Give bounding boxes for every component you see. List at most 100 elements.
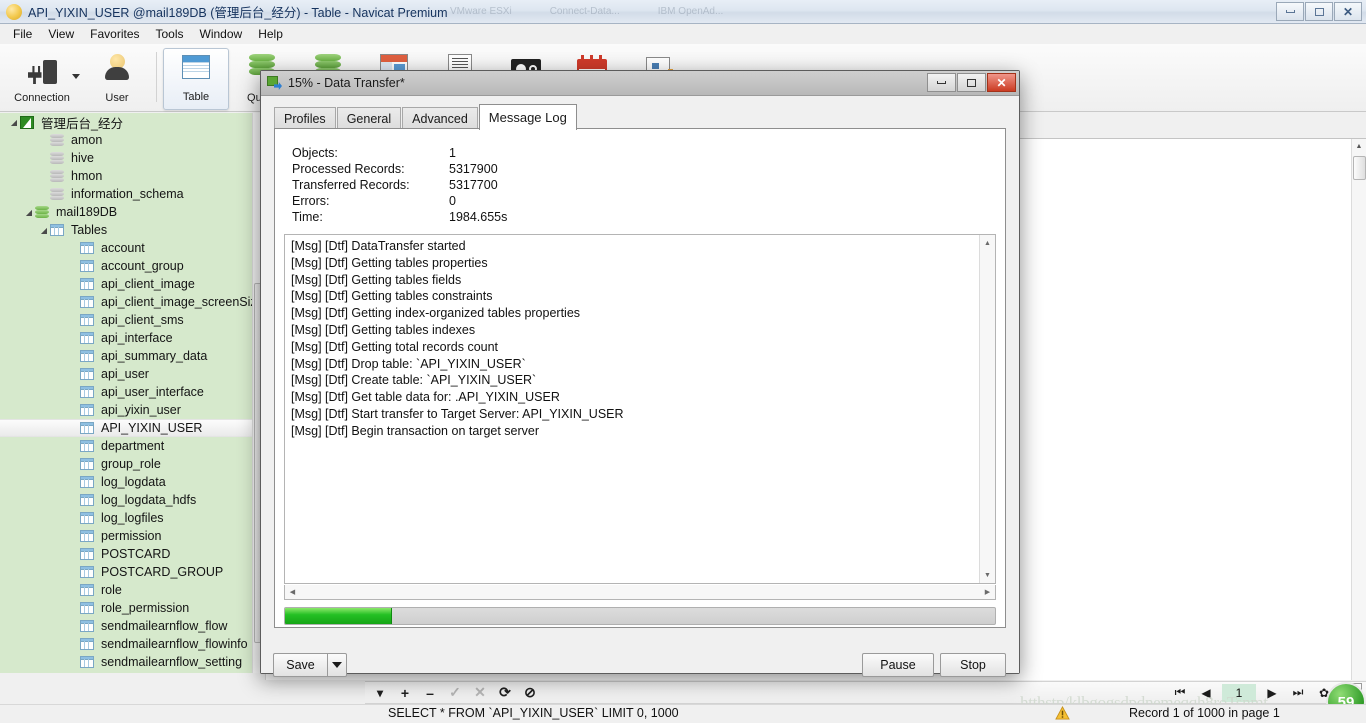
summary-row: Transferred Records: 5317700 bbox=[292, 177, 507, 193]
user-icon bbox=[100, 54, 134, 84]
discard-change-button[interactable]: ✕ bbox=[469, 683, 491, 702]
tree-node-role_permission[interactable]: role_permission bbox=[0, 599, 252, 617]
add-record-button[interactable]: + bbox=[394, 683, 416, 702]
scroll-up-icon[interactable]: ▲ bbox=[980, 235, 995, 251]
grid-vertical-scrollbar[interactable]: ▲ bbox=[1351, 139, 1366, 680]
tree-node-sendmailearnflow_setting[interactable]: sendmailearnflow_setting bbox=[0, 653, 252, 671]
tree-node-_[interactable]: ◢ 管理后台_经分 bbox=[0, 113, 252, 131]
tree-node-api_client_sms[interactable]: api_client_sms bbox=[0, 311, 252, 329]
tree-node-label: hive bbox=[71, 151, 94, 165]
refresh-button[interactable]: ⟳ bbox=[494, 683, 516, 702]
log-line: [Msg] [Dtf] Begin transaction on target … bbox=[291, 423, 540, 438]
tree-node-hmon[interactable]: hmon bbox=[0, 167, 252, 185]
tree-node-postcard_group[interactable]: POSTCARD_GROUP bbox=[0, 563, 252, 581]
table-node-icon bbox=[80, 529, 96, 543]
tree-node-account_group[interactable]: account_group bbox=[0, 257, 252, 275]
tree-node-api_yixin_user[interactable]: API_YIXIN_USER bbox=[0, 419, 252, 437]
grid-scrollbar-thumb[interactable] bbox=[1353, 156, 1366, 180]
tree-node-hive[interactable]: hive bbox=[0, 149, 252, 167]
tree-node-api_yixin_user[interactable]: api_yixin_user bbox=[0, 401, 252, 419]
log-line: [Msg] [Dtf] DataTransfer started bbox=[291, 239, 466, 253]
menu-view[interactable]: View bbox=[41, 25, 81, 43]
table-node-icon bbox=[80, 475, 96, 489]
tree-node-api_client_image[interactable]: api_client_image bbox=[0, 275, 252, 293]
tree-node-api_interface[interactable]: api_interface bbox=[0, 329, 252, 347]
chevron-down-icon[interactable] bbox=[72, 74, 80, 79]
scroll-up-icon[interactable]: ▲ bbox=[1352, 139, 1366, 154]
toolbar-connection-label: Connection bbox=[14, 92, 70, 104]
twisty-open-icon[interactable]: ◢ bbox=[23, 208, 35, 217]
chevron-down-icon bbox=[332, 662, 342, 668]
tree-node-mail189db[interactable]: ◢ mail189DB bbox=[0, 203, 252, 221]
tree-node-label: mail189DB bbox=[56, 205, 118, 219]
tree-node-sendmailearnflow_flow[interactable]: sendmailearnflow_flow bbox=[0, 617, 252, 635]
dialog-body: Profiles General Advanced Message Log Ob… bbox=[261, 96, 1019, 677]
pause-button[interactable]: Pause bbox=[862, 653, 934, 677]
save-dropdown-button[interactable] bbox=[327, 653, 347, 677]
table-node-icon bbox=[80, 655, 96, 669]
minimize-icon bbox=[1285, 10, 1295, 13]
tree-node-log_logdata_hdfs[interactable]: log_logdata_hdfs bbox=[0, 491, 252, 509]
tree-node-usergroup[interactable]: usergroup bbox=[0, 671, 252, 673]
log-vertical-scrollbar[interactable]: ▲ ▼ bbox=[979, 235, 995, 583]
tree-node-group_role[interactable]: group_role bbox=[0, 455, 252, 473]
message-log-list[interactable]: [Msg] [Dtf] DataTransfer started [Msg] [D… bbox=[284, 234, 996, 584]
toolbar-table-button[interactable]: Table bbox=[163, 48, 229, 110]
menu-help[interactable]: Help bbox=[251, 25, 290, 43]
tree-node-permission[interactable]: permission bbox=[0, 527, 252, 545]
stop-loading-button[interactable]: ⊘ bbox=[519, 683, 541, 702]
tree-node-label: department bbox=[101, 439, 165, 453]
window-restore-button[interactable] bbox=[1305, 2, 1333, 21]
scroll-right-icon[interactable]: ▶ bbox=[980, 588, 995, 596]
tree-node-api_summary_data[interactable]: api_summary_data bbox=[0, 347, 252, 365]
tree-node-api_client_image_screensize[interactable]: api_client_image_screenSize bbox=[0, 293, 252, 311]
database-navigator-tree[interactable]: ◢ 管理后台_经分 amon hive hmon information_sche… bbox=[0, 113, 252, 673]
menu-tools[interactable]: Tools bbox=[149, 25, 191, 43]
scroll-left-icon[interactable]: ◀ bbox=[285, 588, 300, 596]
dialog-footer: Save Pause Stop bbox=[261, 636, 1019, 677]
tree-node-postcard[interactable]: POSTCARD bbox=[0, 545, 252, 563]
apply-change-button[interactable]: ✓ bbox=[444, 683, 466, 702]
tree-node-label: log_logdata bbox=[101, 475, 166, 489]
connection-icon bbox=[25, 54, 59, 84]
menu-favorites[interactable]: Favorites bbox=[83, 25, 146, 43]
tab-profiles[interactable]: Profiles bbox=[274, 107, 336, 129]
tab-message-log[interactable]: Message Log bbox=[478, 104, 577, 130]
toolbar-connection-button[interactable]: Connection bbox=[0, 48, 84, 110]
menu-window[interactable]: Window bbox=[193, 25, 250, 43]
twisty-spacer bbox=[38, 190, 50, 199]
table-node-icon bbox=[80, 439, 96, 453]
stop-button[interactable]: Stop bbox=[940, 653, 1006, 677]
tree-node-api_user_interface[interactable]: api_user_interface bbox=[0, 383, 252, 401]
twisty-spacer bbox=[68, 406, 80, 415]
tree-node-role[interactable]: role bbox=[0, 581, 252, 599]
tree-node-tables[interactable]: ◢ Tables bbox=[0, 221, 252, 239]
tab-general[interactable]: General bbox=[336, 107, 402, 129]
tree-node-account[interactable]: account bbox=[0, 239, 252, 257]
twisty-open-icon[interactable]: ◢ bbox=[38, 226, 50, 235]
twisty-open-icon[interactable]: ◢ bbox=[8, 118, 20, 127]
progress-fill bbox=[285, 608, 392, 624]
dialog-maximize-button[interactable] bbox=[957, 73, 986, 92]
delete-record-button[interactable]: – bbox=[419, 683, 441, 702]
tree-node-amon[interactable]: amon bbox=[0, 131, 252, 149]
window-close-button[interactable]: ✕ bbox=[1334, 2, 1362, 21]
toolbar-user-button[interactable]: User bbox=[84, 48, 150, 110]
save-button[interactable]: Save bbox=[273, 653, 327, 677]
tree-node-department[interactable]: department bbox=[0, 437, 252, 455]
collapse-panel-caret-icon[interactable]: ▾ bbox=[369, 683, 391, 702]
tree-node-log_logdata[interactable]: log_logdata bbox=[0, 473, 252, 491]
tree-node-api_user[interactable]: api_user bbox=[0, 365, 252, 383]
table-node-icon bbox=[80, 565, 96, 579]
log-horizontal-scrollbar[interactable]: ◀ ▶ bbox=[284, 585, 996, 600]
dialog-close-button[interactable]: ✕ bbox=[987, 73, 1016, 92]
menu-file[interactable]: File bbox=[6, 25, 39, 43]
twisty-spacer bbox=[68, 514, 80, 523]
tree-node-information_schema[interactable]: information_schema bbox=[0, 185, 252, 203]
tree-node-sendmailearnflow_flowinfo[interactable]: sendmailearnflow_flowinfo bbox=[0, 635, 252, 653]
scroll-down-icon[interactable]: ▼ bbox=[980, 567, 995, 583]
dialog-minimize-button[interactable] bbox=[927, 73, 956, 92]
tree-node-log_logfiles[interactable]: log_logfiles bbox=[0, 509, 252, 527]
window-minimize-button[interactable] bbox=[1276, 2, 1304, 21]
tab-advanced[interactable]: Advanced bbox=[402, 107, 478, 129]
